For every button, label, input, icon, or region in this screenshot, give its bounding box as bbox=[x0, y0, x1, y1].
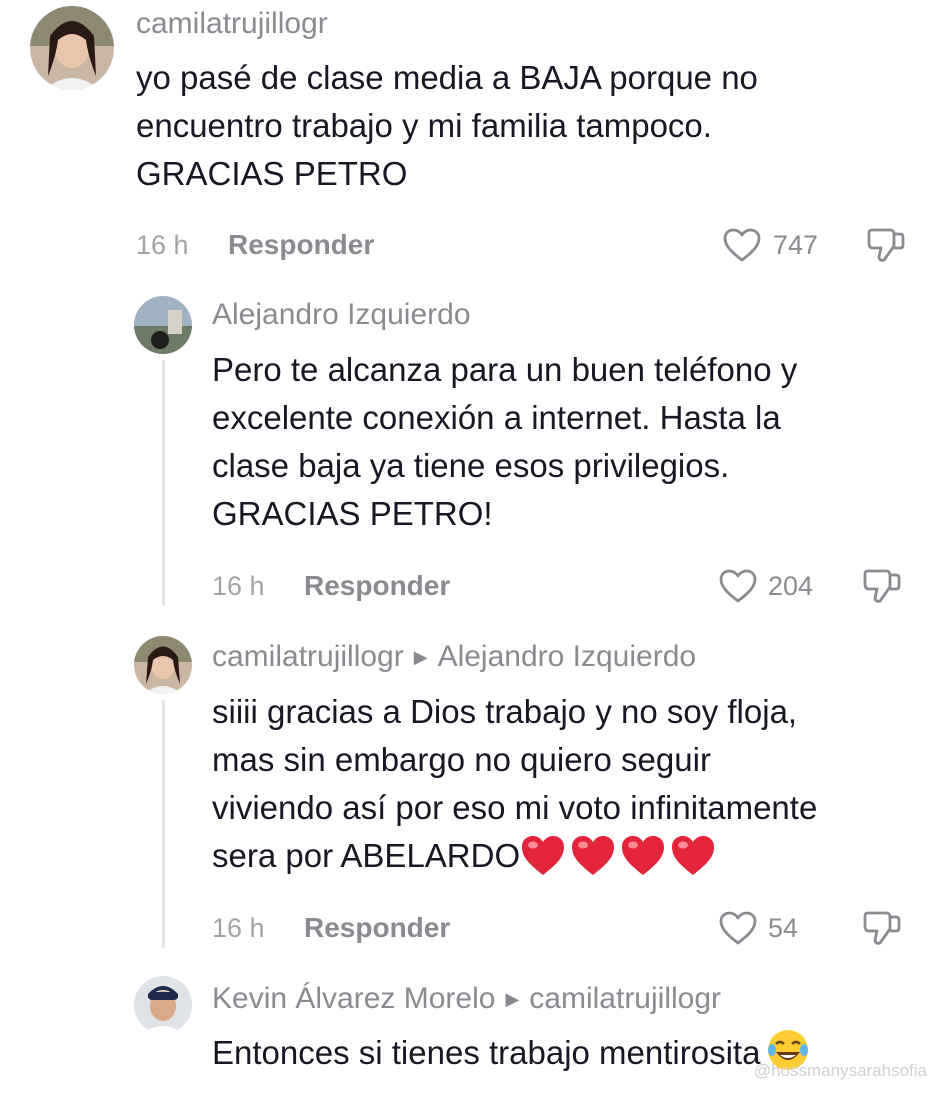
comment-text: yo pasé de clase media a BAJA porque no … bbox=[136, 54, 758, 198]
thumbs-down-icon[interactable] bbox=[866, 226, 906, 264]
reply-button[interactable]: Responder bbox=[304, 912, 450, 944]
comment-line: excelente conexión a internet. Hasta la bbox=[212, 399, 781, 436]
comment-line: GRACIAS PETRO bbox=[136, 155, 408, 192]
comment-text: Entonces si tienes trabajo mentirosita bbox=[212, 1028, 810, 1077]
reply-to-text[interactable]: camilatrujillogr bbox=[529, 982, 721, 1015]
red-heart-icon bbox=[522, 836, 565, 876]
like-count: 204 bbox=[768, 571, 814, 601]
comment-line: Pero te alcanza para un buen teléfono y bbox=[212, 351, 798, 388]
like-count: 54 bbox=[768, 913, 799, 943]
comment-line: sera por ABELARDO bbox=[212, 837, 521, 874]
avatar-image bbox=[30, 6, 114, 90]
comment-time: 16 h bbox=[212, 913, 265, 943]
comment-line-with-emoji: Entonces si tienes trabajo mentirosita bbox=[212, 1028, 810, 1077]
comment-line: yo pasé de clase media a BAJA porque no bbox=[136, 59, 758, 96]
comment-username[interactable]: Alejandro Izquierdo bbox=[212, 298, 471, 332]
heart-outline-icon[interactable] bbox=[718, 568, 758, 604]
heart-outline-icon[interactable] bbox=[722, 227, 762, 263]
comment-text: siiii gracias a Dios trabajo y no soy fl… bbox=[212, 688, 817, 882]
avatar-image bbox=[134, 636, 192, 694]
username-text[interactable]: Kevin Álvarez Morelo bbox=[212, 982, 495, 1015]
thumbs-down-icon[interactable] bbox=[862, 567, 902, 605]
avatar[interactable] bbox=[134, 636, 192, 694]
comment-line: siiii gracias a Dios trabajo y no soy fl… bbox=[212, 693, 798, 730]
like-count: 747 bbox=[773, 230, 819, 260]
caret-right-icon: ▶ bbox=[413, 647, 428, 667]
thumbs-down-icon[interactable] bbox=[862, 909, 902, 947]
reply-button[interactable]: Responder bbox=[228, 229, 374, 261]
comment-line: GRACIAS PETRO! bbox=[212, 495, 493, 532]
comment-username[interactable]: camilatrujillogr bbox=[136, 7, 328, 41]
thread-line bbox=[162, 700, 165, 948]
comment-line: encuentro trabajo y mi familia tampoco. bbox=[136, 107, 712, 144]
comment-username[interactable]: Kevin Álvarez Morelo ▶ camilatrujillogr bbox=[212, 982, 721, 1016]
thread-line bbox=[162, 360, 165, 605]
comment-line: clase baja ya tiene esos privilegios. bbox=[212, 447, 730, 484]
comment-username[interactable]: camilatrujillogr ▶ Alejandro Izquierdo bbox=[212, 640, 696, 674]
avatar-image bbox=[134, 296, 192, 354]
reply-to-text[interactable]: Alejandro Izquierdo bbox=[438, 640, 697, 673]
heart-outline-icon[interactable] bbox=[718, 910, 758, 946]
comment-line-with-emoji: sera por ABELARDO bbox=[212, 832, 817, 882]
avatar-image bbox=[134, 976, 192, 1034]
avatar[interactable] bbox=[134, 296, 192, 354]
comment-time: 16 h bbox=[136, 230, 189, 260]
avatar[interactable] bbox=[30, 6, 114, 90]
red-heart-icon bbox=[622, 836, 665, 876]
caret-right-icon: ▶ bbox=[505, 989, 520, 1009]
comment-line: Entonces si tienes trabajo mentirosita bbox=[212, 1034, 761, 1071]
username-text[interactable]: camilatrujillogr bbox=[212, 640, 404, 673]
comment-time: 16 h bbox=[212, 571, 265, 601]
comment-line: viviendo así por eso mi voto infinitamen… bbox=[212, 789, 818, 826]
red-heart-icon bbox=[572, 836, 615, 876]
watermark: @hossmanysarahsofia bbox=[753, 1061, 927, 1080]
comment-text: Pero te alcanza para un buen teléfono y … bbox=[212, 346, 797, 538]
comment-line: mas sin embargo no quiero seguir bbox=[212, 741, 711, 778]
avatar[interactable] bbox=[134, 976, 192, 1034]
username-text[interactable]: Alejandro Izquierdo bbox=[212, 298, 471, 331]
username-text[interactable]: camilatrujillogr bbox=[136, 7, 328, 40]
reply-button[interactable]: Responder bbox=[304, 570, 450, 602]
red-heart-icon bbox=[672, 836, 715, 876]
red-heart-emoji-group bbox=[520, 834, 720, 882]
